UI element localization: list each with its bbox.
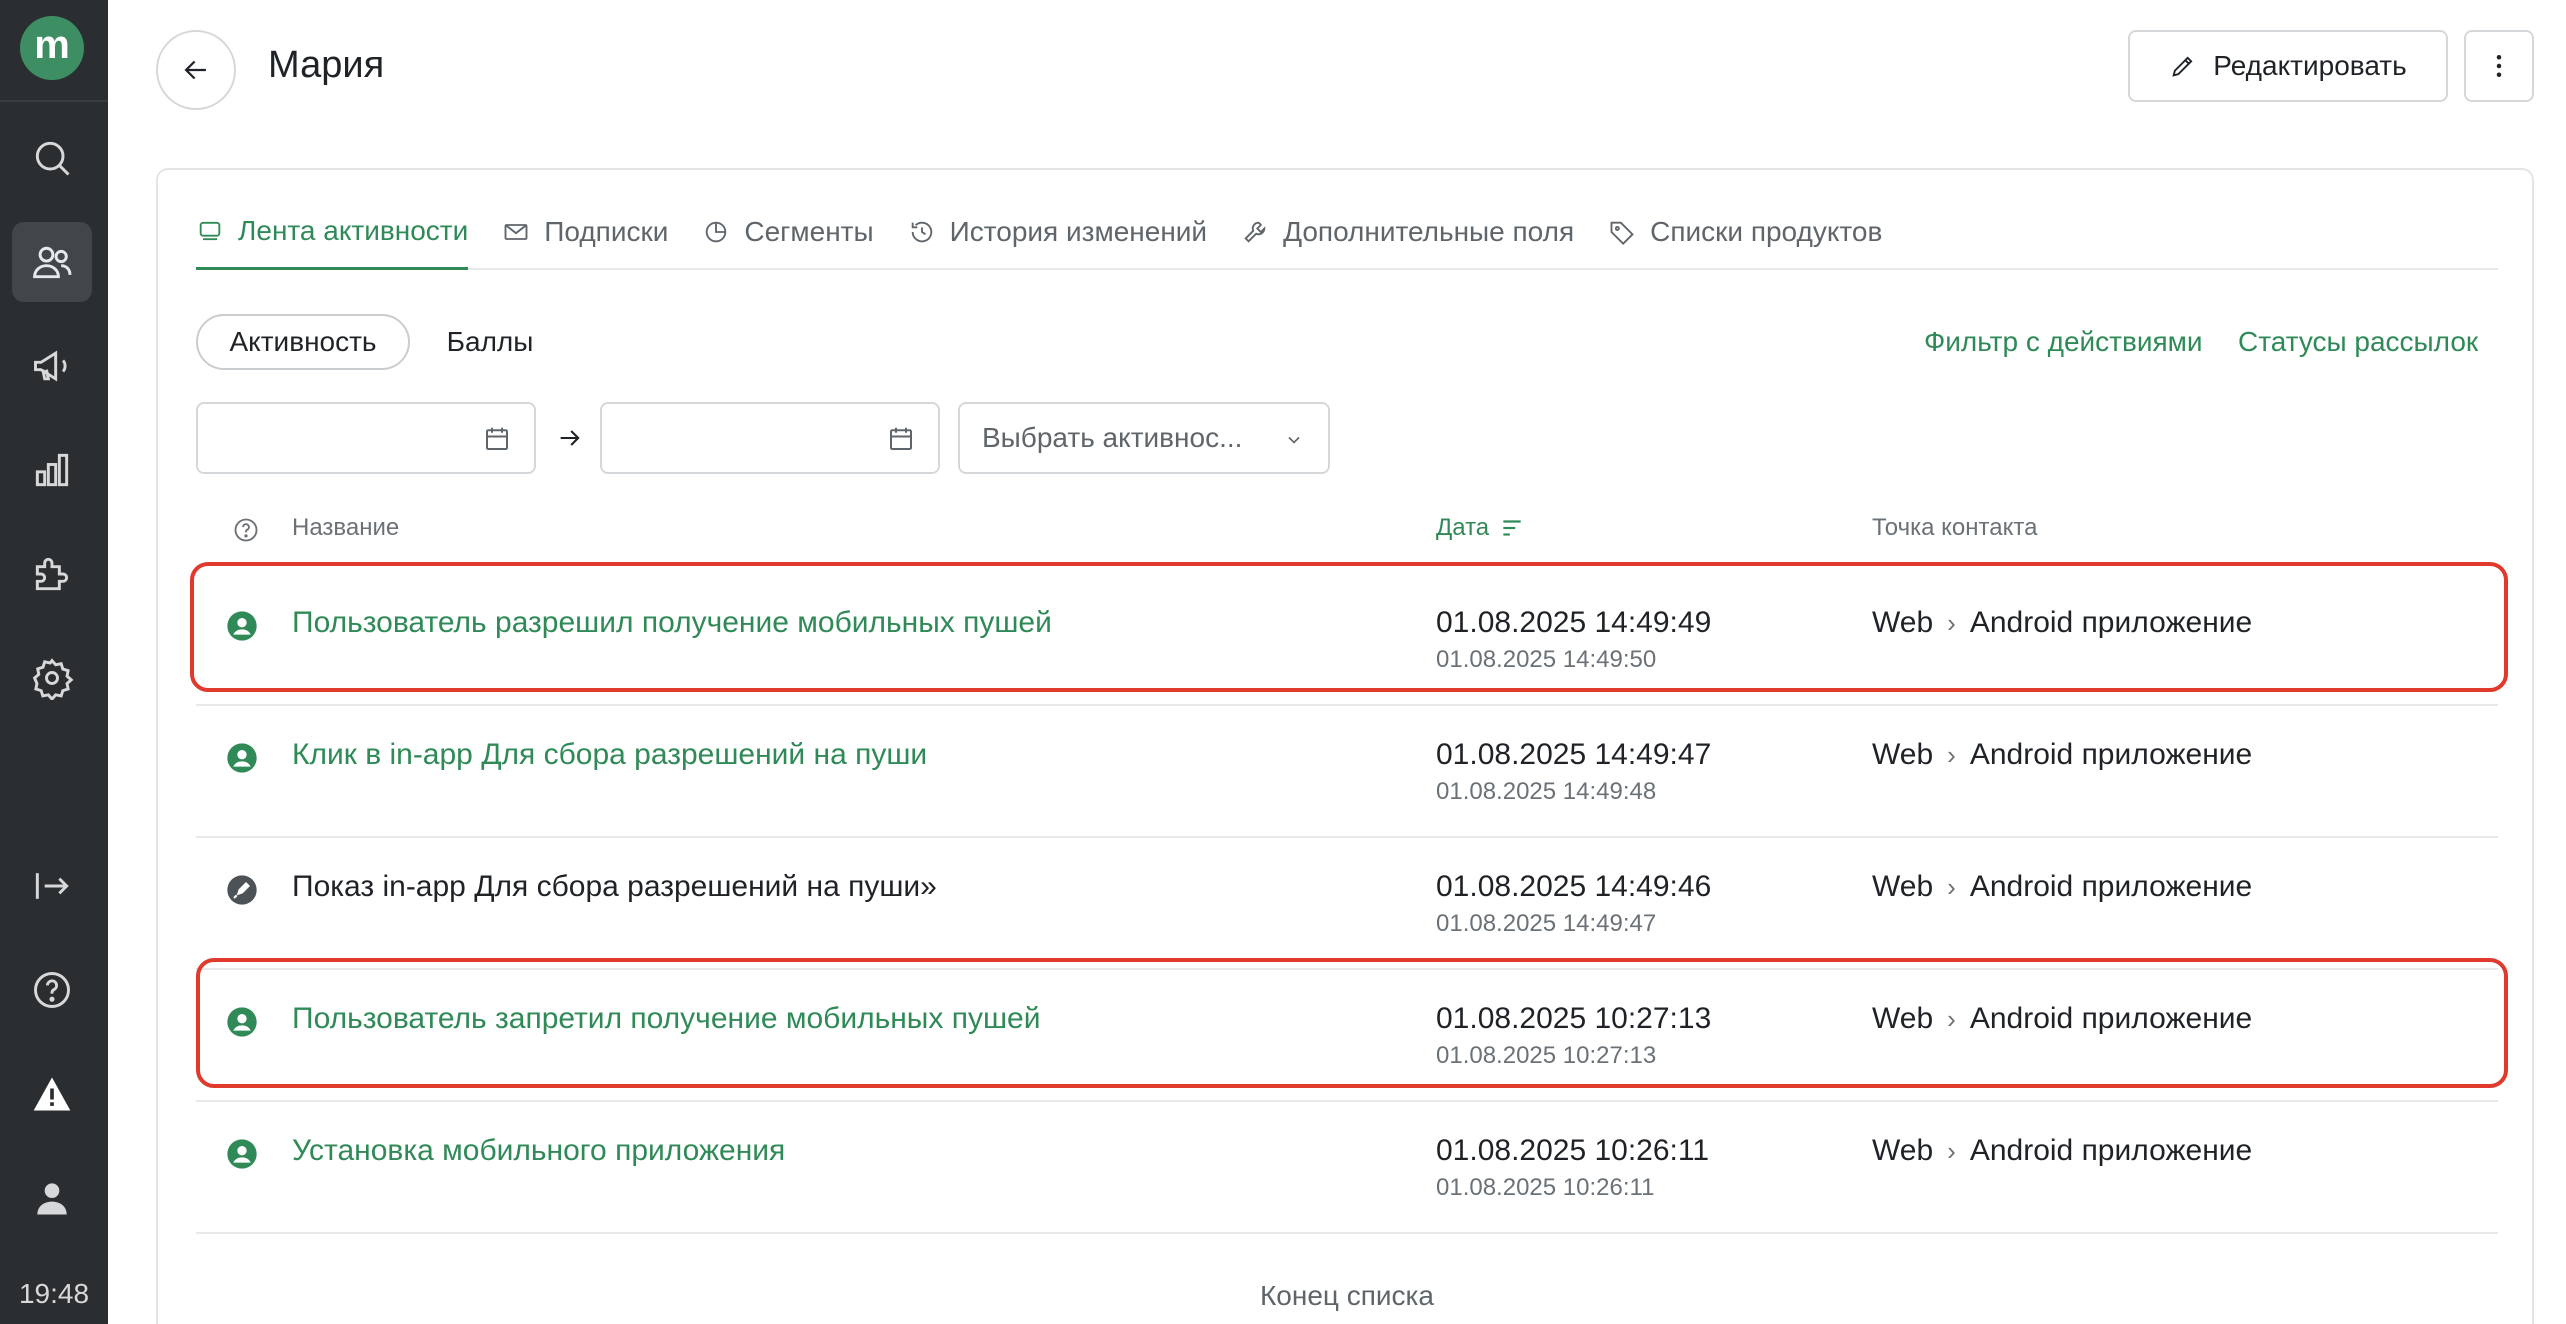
sidebar-divider xyxy=(0,100,108,102)
contact-point: Web › Android приложение xyxy=(1872,738,2252,772)
megaphone-icon[interactable] xyxy=(12,326,92,406)
kebab-menu-icon xyxy=(2496,55,2502,77)
arrow-left-icon xyxy=(184,60,206,80)
tab-activity-feed[interactable]: Лента активности xyxy=(196,200,469,270)
envelope-icon xyxy=(504,224,528,240)
tab-label: Подписки xyxy=(544,216,669,247)
users-icon[interactable] xyxy=(12,222,92,302)
back-button[interactable] xyxy=(156,30,236,110)
edit-button-label: Редактировать xyxy=(2213,50,2407,81)
pencil-icon xyxy=(2172,56,2193,77)
contact-point: Web › Android приложение xyxy=(1872,1134,2252,1168)
clock: 19:48 xyxy=(18,1278,90,1309)
tab-subscriptions[interactable]: Подписки xyxy=(502,200,668,270)
column-header-contact: Точка контакта xyxy=(1872,514,2038,541)
tab-segments[interactable]: Сегменты xyxy=(702,200,874,270)
profile-card: Лента активности Подписки Сегменты Истор… xyxy=(156,168,2534,1324)
history-icon xyxy=(911,221,932,243)
chart-icon[interactable] xyxy=(12,430,92,510)
event-date: 01.08.2025 14:49:46 xyxy=(1436,870,1712,903)
event-date-secondary: 01.08.2025 14:49:48 xyxy=(1436,778,1657,805)
user-circle-icon xyxy=(227,1139,257,1169)
table-row[interactable]: Клик в in-app Для сбора разрешений на пу… xyxy=(196,706,2498,838)
chevron-right-icon: › xyxy=(1947,871,1956,902)
sort-icon xyxy=(1503,520,1521,536)
warning-icon[interactable] xyxy=(12,1054,92,1134)
logo[interactable]: m xyxy=(20,16,84,80)
contact-target: Android приложение xyxy=(1969,1134,2253,1167)
tab-label: Лента активности xyxy=(238,214,469,246)
tab-label: Списки продуктов xyxy=(1650,216,1883,247)
puzzle-icon[interactable] xyxy=(12,534,92,614)
logout-icon[interactable] xyxy=(12,846,92,926)
tab-product-lists[interactable]: Списки продуктов xyxy=(1608,200,1882,270)
chevron-down-icon xyxy=(1288,436,1300,444)
contact-source: Web xyxy=(1872,1134,1934,1167)
wrench-icon xyxy=(1244,221,1266,243)
search-icon[interactable] xyxy=(12,118,92,198)
column-header-date[interactable]: Дата xyxy=(1436,514,1525,542)
activity-select-placeholder: Выбрать активнос... xyxy=(982,422,1243,453)
event-name-link[interactable]: Установка мобильного приложения xyxy=(292,1134,785,1168)
edit-button[interactable]: Редактировать xyxy=(2128,30,2448,102)
chevron-right-icon: › xyxy=(1947,1135,1956,1166)
help-icon[interactable] xyxy=(12,950,92,1030)
app: m 19:48 Мария Редактировать Лента активн… xyxy=(0,0,2566,1324)
tab-history[interactable]: История изменений xyxy=(908,200,1207,270)
table-row[interactable]: Показ in-app Для сбора разрешений на пуш… xyxy=(196,838,2498,970)
tab-label: Сегменты xyxy=(744,216,874,247)
activity-select[interactable]: Выбрать активнос... xyxy=(958,402,1330,474)
tab-bar: Лента активности Подписки Сегменты Истор… xyxy=(196,200,2498,270)
date-to-input[interactable] xyxy=(600,402,940,474)
contact-source: Web xyxy=(1872,870,1934,903)
column-header-date-label: Дата xyxy=(1436,514,1490,541)
event-date: 01.08.2025 14:49:47 xyxy=(1436,738,1712,771)
arrow-right-icon xyxy=(560,430,580,446)
event-name: Показ in-app Для сбора разрешений на пуш… xyxy=(292,870,937,903)
calendar-icon xyxy=(890,427,912,450)
contact-target: Android приложение xyxy=(1969,738,2253,771)
table-row[interactable]: Установка мобильного приложения 01.08.20… xyxy=(196,1102,2498,1234)
event-date-secondary: 01.08.2025 10:26:11 xyxy=(1436,1174,1655,1201)
contact-source: Web xyxy=(1872,738,1934,771)
help-circle-icon[interactable] xyxy=(232,516,260,544)
sidebar: m 19:48 xyxy=(0,0,108,1324)
rocket-icon xyxy=(227,875,257,905)
user-icon[interactable] xyxy=(12,1158,92,1238)
date-from-input[interactable] xyxy=(196,402,536,474)
calendar-icon xyxy=(486,427,508,450)
feed-icon xyxy=(199,221,221,240)
tag-icon xyxy=(1610,221,1634,245)
event-name-link[interactable]: Клик в in-app Для сбора разрешений на пу… xyxy=(292,738,927,772)
contact-point: Web › Android приложение xyxy=(1872,870,2252,904)
page-title: Мария xyxy=(268,44,385,86)
chip-activity[interactable]: Активность xyxy=(196,314,410,370)
tab-label: Дополнительные поля xyxy=(1283,216,1575,247)
highlight-box xyxy=(190,562,2508,692)
column-header-name: Название xyxy=(292,514,400,541)
highlight-box xyxy=(196,958,2508,1088)
tab-additional-fields[interactable]: Дополнительные поля xyxy=(1241,200,1574,270)
mailing-statuses-link[interactable]: Статусы рассылок xyxy=(2238,326,2478,358)
pie-icon xyxy=(706,221,727,243)
end-of-list: Конец списка xyxy=(1260,1280,1434,1311)
chip-points[interactable]: Баллы xyxy=(430,314,550,370)
tab-label: История изменений xyxy=(949,216,1208,247)
contact-target: Android приложение xyxy=(1969,870,2253,903)
chevron-right-icon: › xyxy=(1947,739,1956,770)
event-date-secondary: 01.08.2025 14:49:47 xyxy=(1436,910,1657,937)
event-date: 01.08.2025 10:26:11 xyxy=(1436,1134,1710,1167)
more-options-button[interactable] xyxy=(2464,30,2534,102)
filter-actions-link[interactable]: Фильтр с действиями xyxy=(1924,326,2203,358)
gear-icon[interactable] xyxy=(12,638,92,718)
user-circle-icon xyxy=(227,743,257,773)
